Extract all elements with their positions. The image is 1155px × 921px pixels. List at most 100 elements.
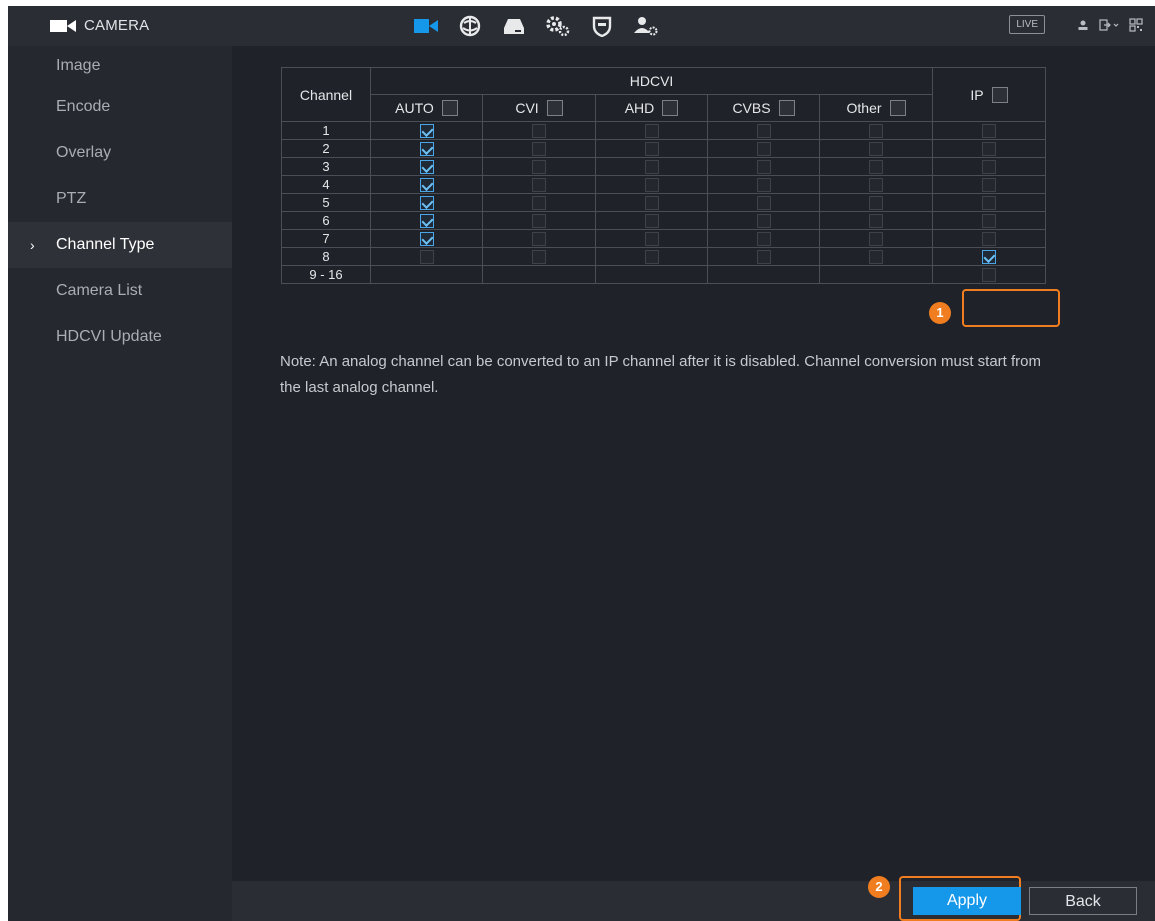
sidebar-item-encode[interactable]: Encode [8, 84, 232, 130]
cvbs-checkbox[interactable] [756, 178, 771, 193]
channel-number: 7 [281, 229, 371, 248]
ip-checkbox[interactable] [982, 160, 997, 175]
cvi-checkbox[interactable] [532, 142, 546, 157]
highlight-ip-checkbox [962, 289, 1060, 327]
sidebar-item-camera-list[interactable]: Camera List [8, 268, 232, 314]
ip-checkbox[interactable] [982, 124, 997, 139]
ip-checkbox[interactable] [982, 214, 997, 229]
cell-cvi [482, 139, 596, 158]
auto-checkbox[interactable] [419, 142, 434, 157]
table-row: 9 - 16 [281, 265, 1047, 284]
storage-icon[interactable] [494, 12, 534, 40]
cvbs-checkbox[interactable] [756, 196, 771, 211]
ahd-checkbox[interactable] [644, 232, 659, 247]
cell-auto [370, 157, 483, 176]
camera-icon[interactable] [406, 12, 446, 40]
column-header-auto: AUTO [370, 94, 483, 122]
ip-checkbox[interactable] [982, 268, 997, 283]
ip-checkbox[interactable] [982, 178, 997, 193]
column-group-hdcvi: HDCVI [369, 67, 934, 95]
user-icon[interactable] [1077, 19, 1089, 31]
ahd-checkbox[interactable] [644, 124, 659, 139]
channel-number: 5 [281, 193, 371, 212]
ahd-checkbox[interactable] [644, 178, 659, 193]
other-checkbox[interactable] [869, 250, 884, 265]
ip-select-all-checkbox[interactable] [991, 86, 1008, 103]
other-checkbox[interactable] [869, 232, 884, 247]
network-icon[interactable] [450, 12, 490, 40]
other-checkbox[interactable] [869, 196, 884, 211]
cvi-checkbox[interactable] [532, 160, 546, 175]
ahd-checkbox[interactable] [644, 160, 659, 175]
cell-ahd [595, 175, 708, 194]
apply-button[interactable]: Apply [913, 887, 1021, 915]
ahd-checkbox[interactable] [644, 250, 659, 265]
cell-auto [370, 175, 483, 194]
ahd-checkbox[interactable] [644, 196, 659, 211]
ip-checkbox[interactable] [982, 232, 997, 247]
cell-cvi [482, 175, 596, 194]
other-select-all-checkbox[interactable] [889, 100, 906, 116]
auto-checkbox[interactable] [419, 178, 434, 193]
other-checkbox[interactable] [869, 178, 884, 193]
conversion-note: Note: An analog channel can be converted… [280, 353, 1042, 396]
column-header-other: Other [818, 94, 934, 122]
auto-checkbox[interactable] [419, 160, 434, 175]
cvi-checkbox[interactable] [532, 178, 546, 193]
cvi-select-all-checkbox[interactable] [546, 100, 563, 116]
live-button[interactable]: LIVE [1009, 15, 1045, 34]
cvbs-checkbox[interactable] [756, 250, 771, 265]
camera-title-icon [50, 19, 76, 32]
auto-checkbox[interactable] [419, 196, 434, 211]
ahd-select-all-checkbox[interactable] [662, 100, 679, 116]
channel-number: 9 - 16 [281, 265, 371, 284]
auto-checkbox[interactable] [419, 124, 434, 139]
cvbs-checkbox[interactable] [756, 124, 771, 139]
sidebar-item-image[interactable]: Image [8, 46, 232, 84]
auto-checkbox[interactable] [419, 250, 434, 265]
cvi-checkbox[interactable] [532, 232, 546, 247]
other-checkbox[interactable] [869, 142, 884, 157]
cell-cvbs [707, 265, 820, 284]
sidebar-item-label: HDCVI Update [56, 328, 162, 345]
cvbs-checkbox[interactable] [756, 160, 771, 175]
sidebar-item-overlay[interactable]: Overlay [8, 130, 232, 176]
system-icon[interactable] [538, 12, 578, 40]
account-icon[interactable] [626, 12, 666, 40]
cell-cvbs [707, 175, 820, 194]
main-content: Channel HDCVI IP AUTO CVI AHD CVBS Other… [232, 46, 1155, 921]
sidebar-item-channel-type[interactable]: › Channel Type [8, 222, 232, 268]
cvi-checkbox[interactable] [532, 196, 546, 211]
bottom-bar: 2 Apply Back [232, 876, 1155, 921]
other-checkbox[interactable] [869, 214, 884, 229]
cvbs-checkbox[interactable] [756, 214, 771, 229]
ip-checkbox[interactable] [982, 142, 997, 157]
cell-other [818, 139, 934, 158]
ip-checkbox[interactable] [982, 250, 997, 265]
cvbs-checkbox[interactable] [756, 232, 771, 247]
auto-checkbox[interactable] [419, 214, 434, 229]
step-marker-1: 1 [929, 302, 951, 324]
ahd-checkbox[interactable] [644, 142, 659, 157]
cvbs-checkbox[interactable] [756, 142, 771, 157]
sidebar-item-ptz[interactable]: PTZ [8, 176, 232, 222]
ip-checkbox[interactable] [982, 196, 997, 211]
qr-code-icon[interactable] [1129, 17, 1143, 32]
cvi-checkbox[interactable] [532, 214, 546, 229]
back-button[interactable]: Back [1029, 887, 1137, 915]
other-checkbox[interactable] [869, 160, 884, 175]
auto-select-all-checkbox[interactable] [441, 100, 458, 116]
cell-ip [932, 247, 1047, 266]
cell-ahd [595, 229, 708, 248]
other-checkbox[interactable] [869, 124, 884, 139]
cvi-checkbox[interactable] [532, 250, 546, 265]
cell-cvi [482, 211, 596, 230]
logout-icon[interactable] [1099, 18, 1119, 31]
cvbs-select-all-checkbox[interactable] [778, 100, 795, 116]
auto-checkbox[interactable] [419, 232, 434, 247]
ahd-checkbox[interactable] [644, 214, 659, 229]
cvi-checkbox[interactable] [532, 124, 546, 139]
channel-number: 2 [281, 139, 371, 158]
sidebar-item-hdcvi-update[interactable]: HDCVI Update [8, 314, 232, 360]
security-icon[interactable] [582, 12, 622, 40]
